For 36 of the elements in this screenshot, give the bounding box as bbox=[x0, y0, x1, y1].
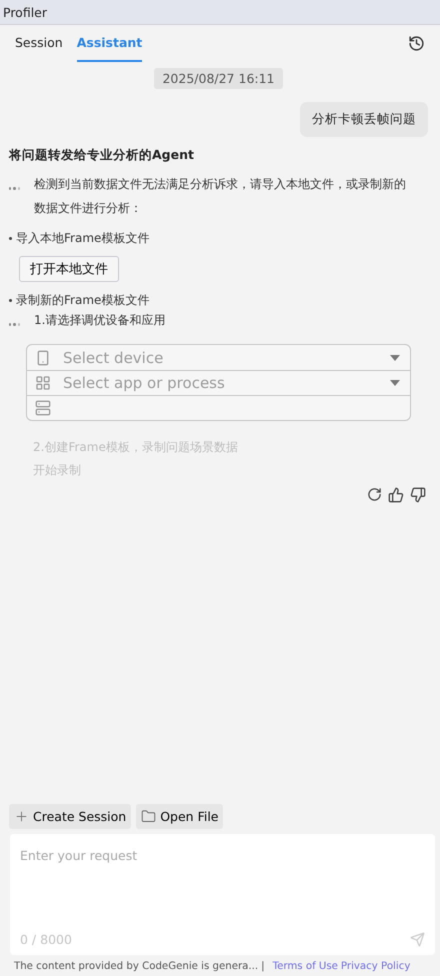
separator: | bbox=[261, 961, 265, 972]
apps-icon bbox=[35, 375, 51, 391]
history-button[interactable] bbox=[408, 35, 425, 52]
dots-icon bbox=[9, 187, 20, 190]
caret-icon bbox=[390, 354, 400, 360]
option-title: 录制新的Frame模板文件 bbox=[16, 292, 150, 308]
caret-icon bbox=[390, 380, 400, 386]
window-title: Profiler bbox=[3, 4, 48, 20]
select-field[interactable]: Select device bbox=[63, 348, 378, 366]
refresh-button[interactable] bbox=[367, 487, 382, 503]
tab[interactable]: Session bbox=[15, 25, 63, 62]
character-counter: 0 / 8000 bbox=[20, 932, 72, 947]
folder-icon bbox=[141, 809, 156, 824]
dots-icon bbox=[9, 323, 20, 326]
timestamp: 2025/08/27 16:11 bbox=[154, 68, 283, 89]
disclaimer-text: The content provided by CodeGenie is genera... bbox=[14, 961, 258, 972]
step-text: 1.请选择调优设备和应用 bbox=[34, 312, 166, 328]
thumbs-down-button[interactable] bbox=[410, 487, 426, 503]
create-session-button[interactable]: Create Session bbox=[9, 804, 132, 829]
open-file-button[interactable]: Open File bbox=[136, 804, 224, 829]
open-file-button[interactable]: 打开本地文件 bbox=[19, 256, 119, 282]
reply-text: 检测到当前数据文件无法满足分析诉求，请导入本地文件，或录制新的 bbox=[34, 176, 406, 192]
thumbs-up-button[interactable] bbox=[388, 487, 404, 503]
option-title: 导入本地Frame模板文件 bbox=[16, 230, 150, 246]
tab[interactable]: Assistant bbox=[76, 25, 142, 62]
bullet-icon bbox=[9, 236, 12, 240]
reply-heading: 将问题转发给专业分析的Agent bbox=[9, 147, 195, 164]
footer-link[interactable]: Terms of Use bbox=[272, 961, 338, 972]
phone-icon bbox=[35, 350, 51, 366]
stack-icon bbox=[35, 400, 51, 416]
plus-icon bbox=[14, 809, 29, 824]
footer-link[interactable]: Privacy Policy bbox=[340, 961, 410, 972]
user-message: 分析卡顿丢帧问题 bbox=[300, 102, 428, 137]
bullet-icon bbox=[9, 298, 12, 302]
select-field[interactable]: Select app or process bbox=[63, 374, 378, 392]
reply-text: 数据文件进行分析： bbox=[34, 200, 142, 216]
